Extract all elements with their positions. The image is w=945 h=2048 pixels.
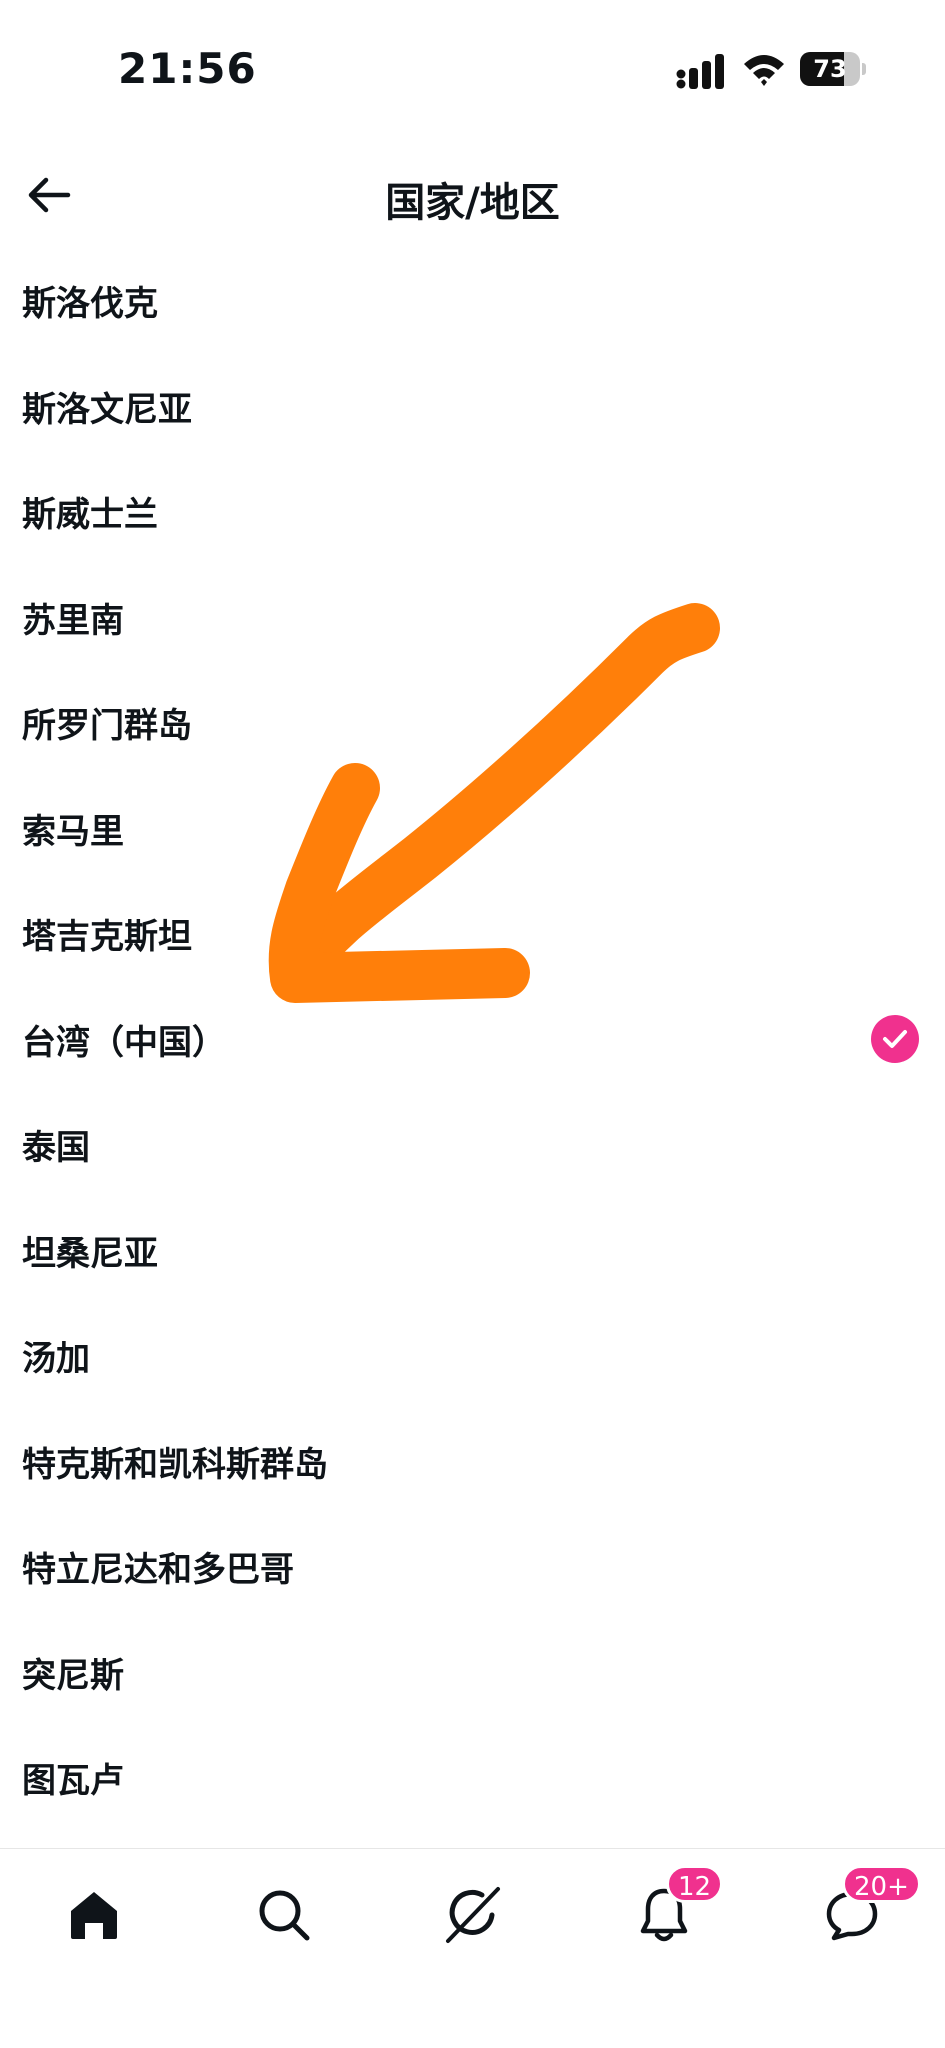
- list-item[interactable]: 特克斯和凯科斯群岛: [0, 1409, 945, 1515]
- country-list: 斯洛伐克 斯洛文尼亚 斯威士兰 苏里南 所罗门群岛 索马里 塔吉克斯坦 台湾（中…: [0, 248, 945, 1831]
- grok-icon: [446, 1887, 500, 1943]
- list-item[interactable]: 斯洛文尼亚: [0, 354, 945, 460]
- country-label: 斯洛伐克: [22, 284, 158, 325]
- bottom-nav: 12 20+: [0, 1848, 945, 2048]
- home-icon: [71, 1892, 117, 1939]
- battery-level: 73: [813, 55, 847, 83]
- list-item[interactable]: 苏里南: [0, 565, 945, 671]
- messages-badge: 20+: [842, 1865, 921, 1903]
- list-item[interactable]: 斯威士兰: [0, 459, 945, 565]
- battery-icon: 73: [800, 52, 866, 86]
- check-icon: [871, 1014, 919, 1063]
- country-label: 斯洛文尼亚: [22, 389, 192, 430]
- country-label: 塔吉克斯坦: [22, 917, 192, 958]
- country-label: 汤加: [22, 1339, 90, 1380]
- country-label: 坦桑尼亚: [22, 1233, 158, 1274]
- list-item[interactable]: 坦桑尼亚: [0, 1198, 945, 1304]
- country-label: 泰国: [22, 1128, 90, 1169]
- list-item[interactable]: 索马里: [0, 776, 945, 882]
- country-label: 突尼斯: [22, 1655, 124, 1696]
- country-label: 斯威士兰: [22, 495, 158, 536]
- list-item[interactable]: 特立尼达和多巴哥: [0, 1514, 945, 1620]
- list-item[interactable]: 图瓦卢: [0, 1725, 945, 1831]
- search-icon: [259, 1890, 310, 1941]
- page-title: 国家/地区: [385, 180, 560, 226]
- list-item[interactable]: 所罗门群岛: [0, 670, 945, 776]
- country-label: 苏里南: [22, 600, 124, 641]
- list-item-selected[interactable]: 台湾（中国）: [0, 987, 945, 1093]
- country-label: 所罗门群岛: [22, 706, 192, 747]
- signal-icon: [676, 54, 724, 89]
- list-item[interactable]: 突尼斯: [0, 1620, 945, 1726]
- country-label: 台湾（中国）: [22, 1022, 226, 1063]
- country-label: 特克斯和凯科斯群岛: [22, 1444, 328, 1485]
- list-item[interactable]: 泰国: [0, 1092, 945, 1198]
- status-time: 21:56: [118, 44, 257, 93]
- nav-home[interactable]: [54, 1875, 134, 1955]
- list-item[interactable]: 汤加: [0, 1303, 945, 1409]
- country-label: 特立尼达和多巴哥: [22, 1550, 294, 1591]
- list-item[interactable]: 斯洛伐克: [0, 248, 945, 354]
- header: 国家/地区: [0, 140, 945, 250]
- wifi-icon: [744, 55, 784, 86]
- nav-search[interactable]: [244, 1875, 324, 1955]
- list-item[interactable]: 塔吉克斯坦: [0, 881, 945, 987]
- country-label: 图瓦卢: [22, 1761, 124, 1802]
- status-bar: 21:56 73: [0, 0, 945, 140]
- notifications-badge: 12: [666, 1865, 724, 1903]
- nav-grok[interactable]: [432, 1875, 512, 1955]
- country-label: 索马里: [22, 811, 124, 852]
